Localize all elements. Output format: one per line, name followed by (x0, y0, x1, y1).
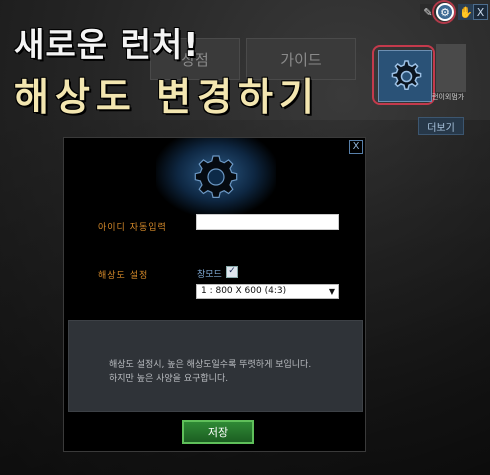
hand-icon[interactable]: ✋ (458, 4, 474, 20)
side-tile-label: 런이외멈가 (432, 93, 465, 101)
resolution-label: 해상도 설정 (98, 271, 149, 281)
gear-icon (194, 155, 238, 198)
settings-button-large[interactable] (378, 50, 432, 102)
info-text-line1: 해상도 설정시, 높은 해상도일수록 뚜렷하게 보입니다. (109, 360, 312, 370)
settings-gear-icon[interactable]: ⚙ (436, 3, 454, 21)
info-box: 해상도 설정시, 높은 해상도일수록 뚜렷하게 보입니다. 하지만 높은 사양을… (68, 320, 363, 412)
more-button[interactable]: 더보기 (418, 117, 464, 135)
gear-icon (391, 60, 422, 90)
settings-dialog: X 아이디 자동입력 해상도 설정 창모드 ✓ 1 : 800 X 600 (4… (63, 137, 366, 452)
info-text-line2: 하지만 높은 사양을 요구합니다. (109, 374, 229, 384)
resolution-select[interactable]: 1 : 800 X 600 (4:3) ▼ (196, 284, 339, 299)
id-input[interactable] (196, 214, 339, 230)
dialog-close-button[interactable]: X (349, 140, 363, 154)
side-tile-image[interactable] (436, 44, 466, 92)
resolution-select-value: 1 : 800 X 600 (4:3) (201, 286, 287, 296)
headline-new-launcher: 새로운 런처! (14, 25, 200, 64)
chevron-down-icon: ▼ (328, 287, 335, 296)
save-button[interactable]: 저장 (182, 420, 254, 444)
headline-change-resolution: 해상도 변경하기 (14, 75, 320, 119)
window-mode-label: 창모드 (197, 270, 222, 280)
auto-id-label: 아이디 자동입력 (98, 223, 167, 233)
launcher-close-button[interactable]: X (473, 4, 488, 20)
window-mode-checkbox[interactable]: ✓ (226, 266, 238, 278)
